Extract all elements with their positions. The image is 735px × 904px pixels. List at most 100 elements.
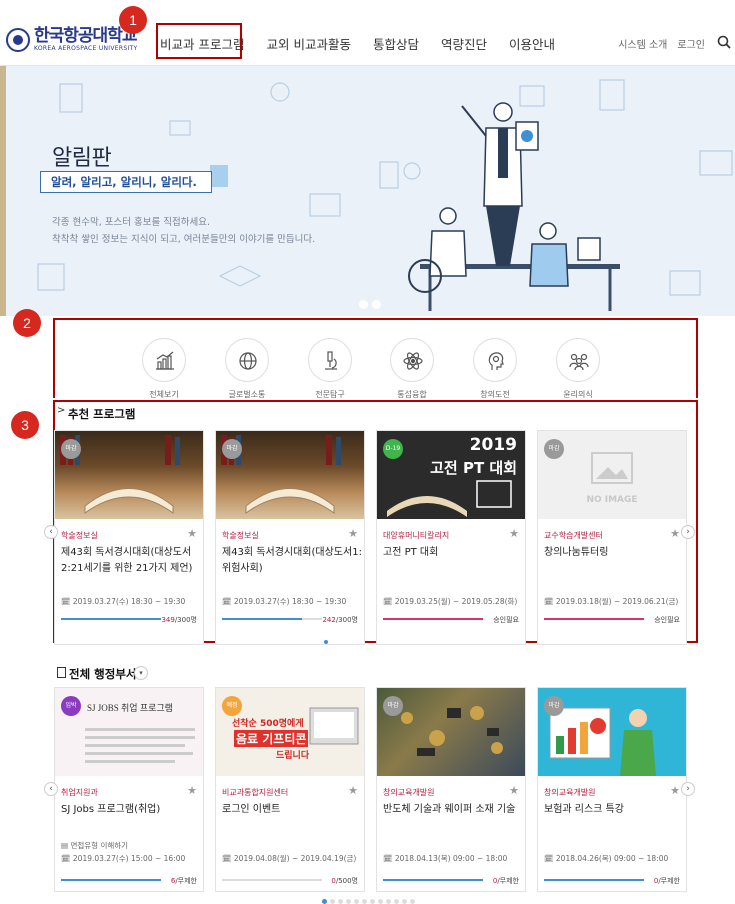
enrollment-count: 242/300명 xyxy=(322,615,358,625)
category-label-ethics: 윤리의식 xyxy=(563,390,593,399)
program-date-text: 2019.04.08(월) ~ 2019.04.19(금) xyxy=(233,854,357,863)
category-all-button[interactable] xyxy=(142,338,186,382)
logo-english-name: KOREA AEROSPACE UNIVERSITY xyxy=(34,45,138,52)
hero-description: 각종 현수막, 포스터 홍보를 직접하세요. 착착착 쌓인 정보는 지식이 되고… xyxy=(52,214,315,248)
program-date-text: 2019.03.27(수) 18:30 ~ 19:30 xyxy=(72,597,186,606)
program-card[interactable]: 마감 창의교육개발원 ★ 보험과 리스크 특강 🗓 2018.04.26(목) … xyxy=(537,687,687,892)
favorite-star-icon[interactable]: ★ xyxy=(509,784,519,797)
page-dot[interactable] xyxy=(330,899,335,904)
program-department: 창의교육개발원 xyxy=(544,788,596,797)
system-intro-link[interactable]: 시스템 소개 xyxy=(618,36,667,51)
carousel-prev-button[interactable]: ‹ xyxy=(44,525,58,539)
program-card[interactable]: SJ JOBS 취업 프로그램 임박 취업지원과 ★ SJ Jobs 프로그램(… xyxy=(54,687,204,892)
program-date: 🗓 2019.03.27(수) 18:30 ~ 19:30 xyxy=(61,597,186,606)
favorite-star-icon[interactable]: ★ xyxy=(670,784,680,797)
nav-item-counseling[interactable]: 통합상담 xyxy=(373,34,419,53)
page-dot[interactable] xyxy=(378,899,383,904)
program-card[interactable]: NO IMAGE 마감 교수학습개발센터 ★ 창의나눔튜터링 🗓 2019.03… xyxy=(537,430,687,645)
no-image-label: NO IMAGE xyxy=(586,495,638,505)
favorite-star-icon[interactable]: ★ xyxy=(509,527,519,540)
hero-title: 알림판 xyxy=(52,146,112,171)
university-seal-icon xyxy=(6,28,30,52)
program-card[interactable]: 마감 학술정보실 ★ 제43회 독서경시대회(대상도서1:위험사회) 🗓 201… xyxy=(215,430,365,645)
enrollment-status: 승인필요 xyxy=(493,616,519,624)
enrollment-progress-bar xyxy=(222,879,322,881)
program-date-text: 2019.03.27(수) 15:00 ~ 16:00 xyxy=(72,854,186,863)
favorite-star-icon[interactable]: ★ xyxy=(670,527,680,540)
head-gear-icon xyxy=(488,352,504,370)
favorite-star-icon[interactable]: ★ xyxy=(187,784,197,797)
recommended-section-title: 추천 프로그램 xyxy=(68,407,136,421)
program-date-text: 2018.04.26(목) 09:00 ~ 18:00 xyxy=(555,854,669,863)
program-date: 🗓 2019.03.27(수) 15:00 ~ 16:00 xyxy=(61,854,186,863)
status-badge: 예정 xyxy=(222,696,242,716)
category-global-button[interactable] xyxy=(225,338,269,382)
annotation-marker-2: 2 xyxy=(13,309,41,337)
enrollment-progress-fill xyxy=(383,879,483,881)
enrollment-status: 승인필요 xyxy=(654,616,680,624)
program-date-text: 2019.03.27(수) 18:30 ~ 19:30 xyxy=(233,597,347,606)
favorite-star-icon[interactable]: ★ xyxy=(348,784,358,797)
category-research-button[interactable] xyxy=(308,338,352,382)
page-dot[interactable] xyxy=(402,899,407,904)
hero-slide-dot-2[interactable] xyxy=(372,300,381,309)
program-card[interactable]: 마감 학술정보실 ★ 제43회 독서경시대회(대상도서2:21세기를 위한 21… xyxy=(54,430,204,645)
page-dot[interactable] xyxy=(338,899,343,904)
program-date: 🗓 2019.03.18(월) ~ 2019.06.21(금) xyxy=(544,597,679,606)
login-link[interactable]: 로그인 xyxy=(677,36,705,51)
enrollment-capacity: /무제한 xyxy=(175,877,197,885)
page-dot[interactable] xyxy=(394,899,399,904)
hero-slide-dot-1[interactable] xyxy=(359,300,368,309)
enrollment-count: 349/300명 xyxy=(161,615,197,625)
category-convergence-button[interactable] xyxy=(390,338,434,382)
thumbnail-line-1: 선착순 500명에게 xyxy=(232,719,304,729)
program-card[interactable]: 마감 창의교육개발원 ★ 반도체 기술과 웨이퍼 소재 기술 🗓 2018.04… xyxy=(376,687,526,892)
nav-item-guide[interactable]: 이용안내 xyxy=(509,34,555,53)
favorite-star-icon[interactable]: ★ xyxy=(348,527,358,540)
favorite-star-icon[interactable]: ★ xyxy=(187,527,197,540)
category-label-global: 글로벌소통 xyxy=(228,390,266,399)
department-dropdown-button[interactable]: ▾ xyxy=(134,666,148,680)
program-date: 🗓 2018.04.13(목) 09:00 ~ 18:00 xyxy=(383,854,508,863)
carousel-next-button[interactable]: › xyxy=(681,525,695,539)
nav-item-external-activities[interactable]: 교외 비교과활동 xyxy=(266,34,350,53)
page-dot[interactable] xyxy=(370,899,375,904)
hero-accent-bar xyxy=(0,66,6,316)
category-creative-button[interactable] xyxy=(473,338,517,382)
annotation-marker-3: 3 xyxy=(11,411,39,439)
enrollment-capacity: /무제한 xyxy=(497,877,519,885)
program-card[interactable]: 2019 고전 PT 대회 D-19 대양휴머니티칼리지 ★ 고전 PT 대회 … xyxy=(376,430,526,645)
nav-item-competency[interactable]: 역량진단 xyxy=(441,34,487,53)
page-dot[interactable] xyxy=(354,899,359,904)
search-icon[interactable] xyxy=(717,35,731,49)
page-dot-active[interactable] xyxy=(322,899,327,904)
enrollment-progress-fill xyxy=(544,879,644,881)
carousel-indicator xyxy=(324,640,328,644)
enrollment-progress-bar xyxy=(383,618,483,620)
category-ethics-button[interactable] xyxy=(556,338,600,382)
enrollment-progress-bar xyxy=(61,618,161,620)
page-dot[interactable] xyxy=(362,899,367,904)
nav-highlight-box xyxy=(156,23,242,59)
university-logo[interactable]: 한국항공대학교 KOREA AEROSPACE UNIVERSITY xyxy=(6,28,137,52)
enrollment-count: 6/무제한 xyxy=(171,876,197,886)
enrollment-capacity: /무제한 xyxy=(658,877,680,885)
carousel-prev-button[interactable]: ‹ xyxy=(44,782,58,796)
program-department: 대양휴머니티칼리지 xyxy=(383,531,450,540)
enrollment-progress-fill xyxy=(544,618,644,620)
program-card[interactable]: 선착순 500명에게 음료 기프티콘 드립니다 예정 비교과통합지원센터 ★ 로… xyxy=(215,687,365,892)
page-dot[interactable] xyxy=(346,899,351,904)
atom-icon xyxy=(403,352,423,370)
hero-tagline: 알려, 알리고, 알리니, 알리다. xyxy=(40,171,212,193)
program-department: 학술정보실 xyxy=(222,531,259,540)
program-department: 학술정보실 xyxy=(61,531,98,540)
page-dot[interactable] xyxy=(386,899,391,904)
people-group-icon xyxy=(569,353,589,371)
enrollment-capacity: /500명 xyxy=(335,877,358,885)
page-dot[interactable] xyxy=(410,899,415,904)
hero-desc-line-2: 착착착 쌓인 정보는 지식이 되고, 여러분들만의 이야기를 만듭니다. xyxy=(52,234,316,245)
enrollment-progress-bar xyxy=(383,879,483,881)
microscope-icon xyxy=(325,351,337,370)
program-department: 비교과통합지원센터 xyxy=(222,788,289,797)
carousel-next-button[interactable]: › xyxy=(681,782,695,796)
